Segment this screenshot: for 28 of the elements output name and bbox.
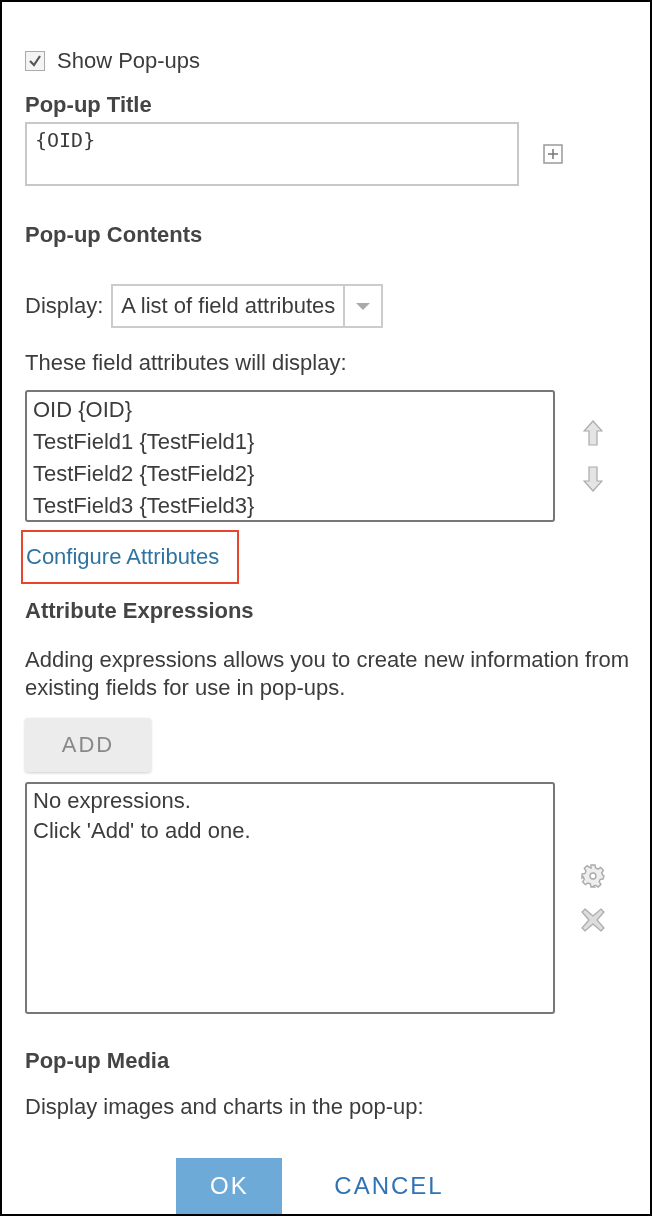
section-heading: Pop-up Title (25, 92, 153, 118)
display-label: Display: (25, 293, 104, 319)
field-list-item[interactable]: OID {OID} (33, 394, 547, 426)
configure-attributes-link[interactable]: Configure Attributes (21, 530, 240, 584)
checkbox-label: Show Pop-ups (57, 48, 201, 74)
field-list[interactable]: OID {OID} TestField1 {TestField1} TestField2 {TestField2} TestField3 {TestField3} (25, 390, 555, 522)
display-dropdown[interactable]: A list of field attributes (111, 284, 384, 328)
plus-icon[interactable] (543, 144, 563, 164)
field-list-item[interactable]: TestField2 {TestField2} (33, 458, 547, 490)
description-text: Display images and charts in the pop-up: (25, 1094, 425, 1120)
field-list-item[interactable]: TestField3 {TestField3} (33, 490, 547, 522)
cancel-button[interactable]: CANCEL (302, 1158, 476, 1214)
empty-message: No expressions. (33, 787, 192, 815)
section-heading: Pop-up Media (25, 1048, 171, 1074)
show-popups-checkbox[interactable] (25, 51, 45, 71)
fields-label: These field attributes will display: (25, 350, 348, 376)
up-arrow-icon[interactable] (583, 420, 603, 446)
close-icon[interactable] (581, 908, 605, 932)
gear-icon[interactable] (581, 864, 605, 888)
title-input-field[interactable]: {OID} (25, 122, 519, 186)
section-heading: Pop-up Contents (25, 222, 204, 248)
section-heading: Attribute Expressions (25, 598, 255, 624)
caret-icon (355, 301, 372, 311)
empty-message: Click 'Add' to add one. (33, 817, 252, 845)
description-text: Adding expressions allows you to create new information from existing fields for use in pop-ups. (25, 646, 631, 702)
down-arrow-icon[interactable] (583, 466, 603, 492)
field-list-item[interactable]: TestField1 {TestField1} (33, 426, 547, 458)
expression-list[interactable]: No expressions. Click 'Add' to add one. (25, 782, 555, 1014)
